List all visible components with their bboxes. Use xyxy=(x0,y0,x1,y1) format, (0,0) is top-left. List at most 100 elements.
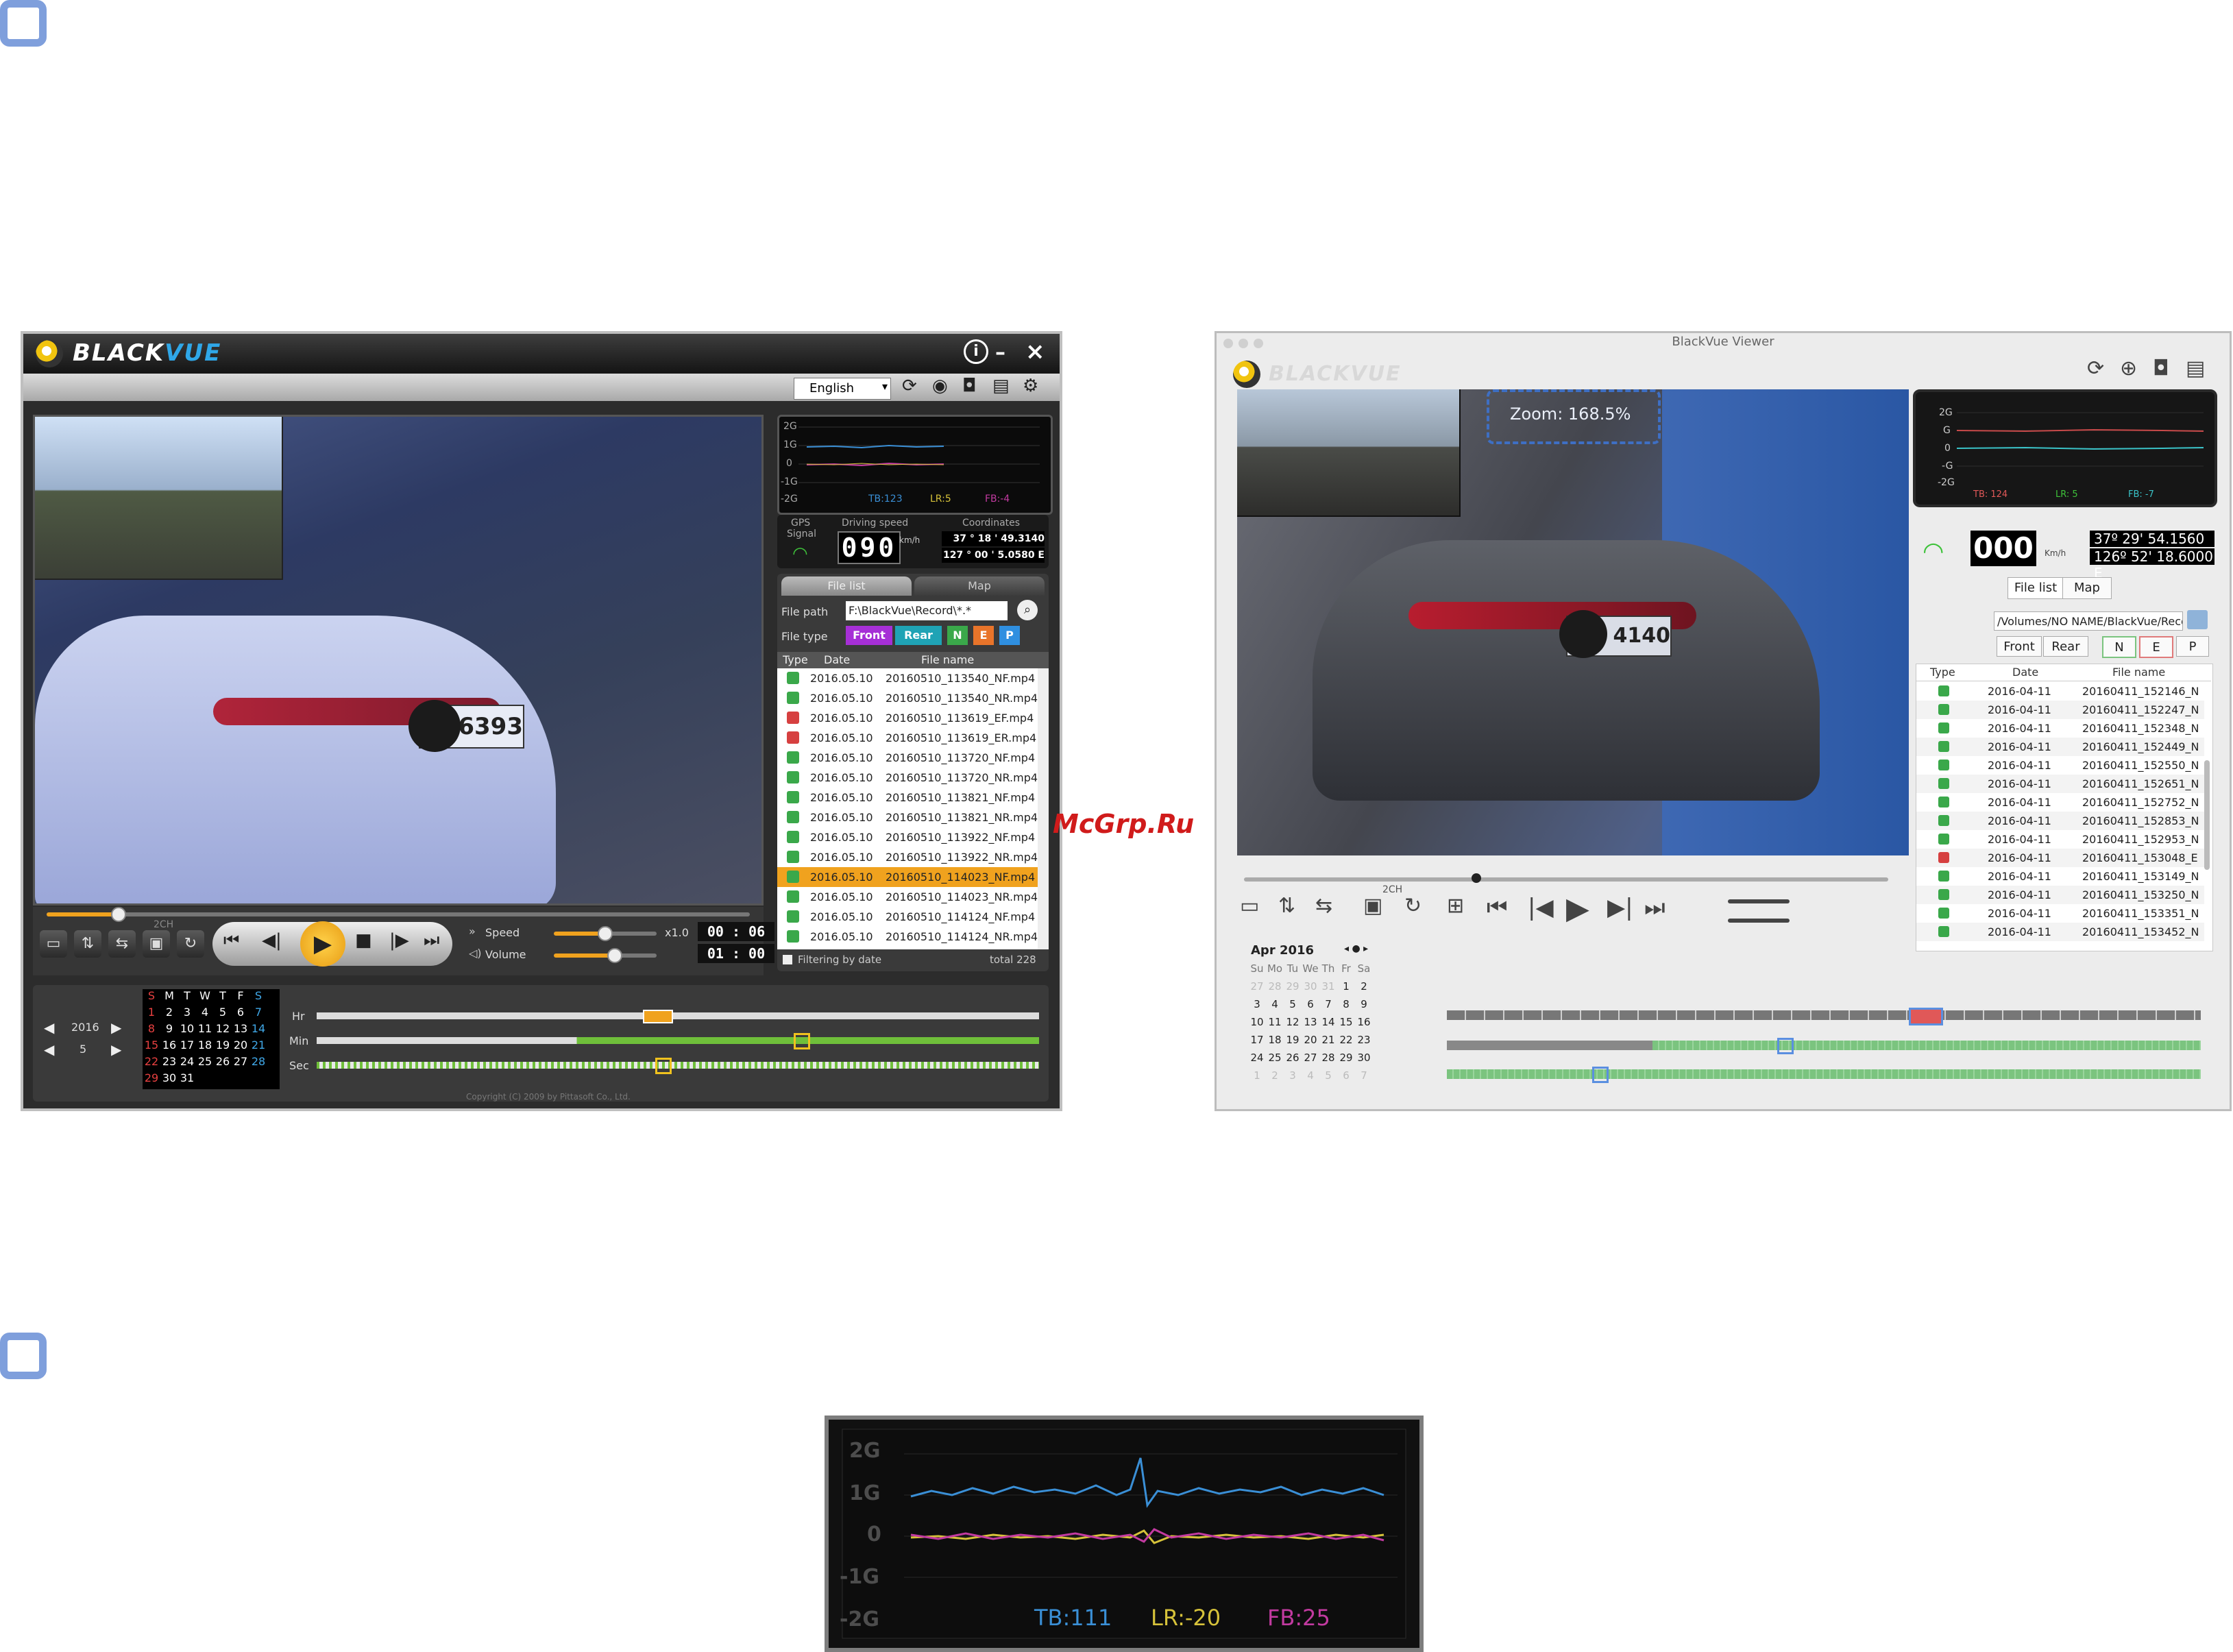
table-row[interactable]: 2016-04-11 20160411_152247_N xyxy=(1916,701,2204,719)
table-row[interactable]: 2016.05.10 20160510_113540_NR.mp4 xyxy=(777,688,1038,708)
calendar-day[interactable]: 14 xyxy=(249,1022,267,1035)
mirror-icon[interactable]: ⇆ xyxy=(108,930,136,958)
calendar-day[interactable]: 2 xyxy=(160,1006,178,1019)
calendar-day[interactable]: 20 xyxy=(232,1038,249,1052)
table-row[interactable]: 2016.05.10 20160510_113821_NF.mp4 xyxy=(777,788,1038,807)
calendar-day[interactable]: 27 xyxy=(1248,980,1266,993)
search-icon[interactable]: ⌕ xyxy=(1017,600,1038,620)
minimize-icon[interactable]: – xyxy=(995,341,1005,365)
table-row[interactable]: 2016-04-11 20160411_152853_N xyxy=(1916,812,2204,830)
front-filter-button[interactable]: Front xyxy=(846,626,892,645)
calendar-day[interactable]: 11 xyxy=(196,1022,214,1035)
skip-start-icon[interactable]: ⏮ xyxy=(223,930,239,951)
calendar-day[interactable]: 15 xyxy=(1337,1016,1355,1028)
calendar-day[interactable]: 5 xyxy=(214,1006,232,1019)
info-icon[interactable]: i xyxy=(964,339,988,364)
calendar-day[interactable]: 28 xyxy=(1319,1052,1337,1064)
table-row[interactable]: 2016-04-11 20160411_152449_N xyxy=(1916,738,2204,756)
list-scrollbar[interactable] xyxy=(2204,760,2210,870)
table-row[interactable]: 2016.05.10 20160510_114124_NF.mp4 xyxy=(777,907,1038,927)
year-prev-icon[interactable]: ◀ xyxy=(44,1019,54,1036)
calendar-day[interactable]: 2 xyxy=(1355,980,1373,993)
month-next-icon[interactable]: ▶ xyxy=(111,1041,121,1058)
calendar-day[interactable]: 8 xyxy=(143,1022,160,1035)
table-row[interactable]: 2016.05.10 20160510_113821_NR.mp4 xyxy=(777,807,1038,827)
calendar-day[interactable]: 24 xyxy=(178,1055,196,1068)
seek-handle[interactable] xyxy=(111,907,126,922)
calendar-day[interactable]: 3 xyxy=(1284,1069,1302,1082)
rear-filter-button[interactable]: Rear xyxy=(2043,636,2088,657)
calendar-day[interactable]: 2 xyxy=(1266,1069,1284,1082)
calendar-day[interactable]: 7 xyxy=(1319,998,1337,1010)
folder-icon[interactable] xyxy=(2187,610,2208,629)
flip-icon[interactable]: ⇅ xyxy=(1278,894,1295,918)
calendar-day[interactable]: 4 xyxy=(1266,998,1284,1010)
calendar-day[interactable]: 6 xyxy=(1302,998,1319,1010)
calendar-grid[interactable]: S M T W T F S 1 2 3 4 5 6 7 8 9 10 11 12 13 14 15 16 17 18 19 20 21… xyxy=(143,989,280,1089)
calendar-day[interactable]: 1 xyxy=(1337,980,1355,993)
stop-icon[interactable]: ■ xyxy=(355,930,372,951)
table-row[interactable]: 2016-04-11 20160411_153250_N xyxy=(1916,886,2204,904)
calendar-day[interactable]: 6 xyxy=(232,1006,249,1019)
calendar-day[interactable]: 21 xyxy=(1319,1034,1337,1046)
normal-filter-button[interactable]: N xyxy=(2102,636,2136,658)
calendar-day[interactable]: 26 xyxy=(214,1055,232,1068)
video-player[interactable]: 4140 Zoom: 168.5% xyxy=(1237,389,1909,855)
file-path-input[interactable]: F:\BlackVue\Record\*.* xyxy=(846,601,1008,620)
second-timeline[interactable] xyxy=(1447,1069,2201,1079)
skip-start-icon[interactable]: ⏮ xyxy=(1487,894,1508,921)
calendar-day[interactable]: 14 xyxy=(1319,1016,1337,1028)
file-list[interactable]: 2016.05.10 20160510_113540_NF.mp4 2016.05.… xyxy=(777,668,1038,949)
calendar-day[interactable]: 28 xyxy=(249,1055,267,1068)
skip-end-icon[interactable]: ⏭ xyxy=(424,930,439,951)
calendar-day[interactable]: 22 xyxy=(143,1055,160,1068)
grid-view-icon[interactable]: ⊞ xyxy=(1447,894,1464,918)
calendar-day[interactable]: 24 xyxy=(1248,1052,1266,1064)
calendar-day[interactable]: 4 xyxy=(196,1006,214,1019)
table-row[interactable]: 2016-04-11 20160411_152146_N xyxy=(1916,682,2204,701)
calendar-day[interactable]: 8 xyxy=(1337,998,1355,1010)
front-filter-button[interactable]: Front xyxy=(1997,636,2042,657)
calendar-day[interactable]: 20 xyxy=(1302,1034,1319,1046)
table-row[interactable]: 2016-04-11 20160411_153048_E xyxy=(1916,849,2204,867)
table-row[interactable]: 2016.05.10 20160510_113619_EF.mp4 xyxy=(777,708,1038,728)
table-row[interactable]: 2016.05.10 20160510_114124_NR.mp4 xyxy=(777,927,1038,947)
prev-frame-icon[interactable]: |◀ xyxy=(1528,894,1554,921)
mirror-icon[interactable]: ⇆ xyxy=(1315,894,1332,918)
file-path-input[interactable]: /Volumes/NO NAME/BlackVue/Reco xyxy=(1994,611,2183,631)
print-icon[interactable]: ▤ xyxy=(2186,356,2205,380)
calendar-day[interactable]: 15 xyxy=(143,1038,160,1052)
table-row[interactable]: 2016-04-11 20160411_152651_N xyxy=(1916,775,2204,793)
calendar-day[interactable]: 30 xyxy=(160,1071,178,1084)
table-row[interactable]: 2016-04-11 20160411_152348_N xyxy=(1916,719,2204,738)
calendar-day[interactable]: 7 xyxy=(1355,1069,1373,1082)
calendar-day[interactable]: 23 xyxy=(1355,1034,1373,1046)
calendar-day[interactable]: 21 xyxy=(249,1038,267,1052)
table-row[interactable]: 2016.05.10 20160510_113922_NF.mp4 xyxy=(777,827,1038,847)
language-select[interactable]: English ▾ xyxy=(794,378,891,400)
swap-camera-icon[interactable]: ↻ xyxy=(1404,894,1421,918)
calendar-day[interactable]: 3 xyxy=(1248,998,1266,1010)
close-icon[interactable]: × xyxy=(1025,338,1045,365)
calendar-day[interactable]: 9 xyxy=(160,1022,178,1035)
play-button[interactable]: ▶ xyxy=(300,921,345,967)
calendar-day[interactable]: 17 xyxy=(178,1038,196,1052)
minute-timeline[interactable] xyxy=(317,1037,1039,1044)
rear-camera-pip[interactable] xyxy=(1237,389,1461,517)
event-filter-button[interactable]: E xyxy=(2139,636,2173,658)
calendar-day[interactable]: 25 xyxy=(196,1055,214,1068)
calendar-day[interactable]: 22 xyxy=(1337,1034,1355,1046)
rear-camera-pip[interactable] xyxy=(35,417,283,580)
calendar-day[interactable]: 19 xyxy=(1284,1034,1302,1046)
table-row[interactable]: 2016.05.10 20160510_114023_NF.mp4 xyxy=(777,867,1038,887)
calendar-day[interactable]: 13 xyxy=(232,1022,249,1035)
calendar-day[interactable]: 18 xyxy=(196,1038,214,1052)
table-row[interactable]: 2016-04-11 20160411_152550_N xyxy=(1916,756,2204,775)
parking-filter-button[interactable]: P xyxy=(2176,636,2209,657)
calendar-day[interactable]: 12 xyxy=(1284,1016,1302,1028)
table-row[interactable]: 2016.05.10 20160510_113720_NF.mp4 xyxy=(777,748,1038,768)
calendar-day[interactable]: 7 xyxy=(249,1006,267,1019)
calendar-day[interactable]: 31 xyxy=(178,1071,196,1084)
swap-camera-icon[interactable]: ↻ xyxy=(177,930,204,958)
table-row[interactable]: 2016.05.10 20160510_113619_ER.mp4 xyxy=(777,728,1038,748)
